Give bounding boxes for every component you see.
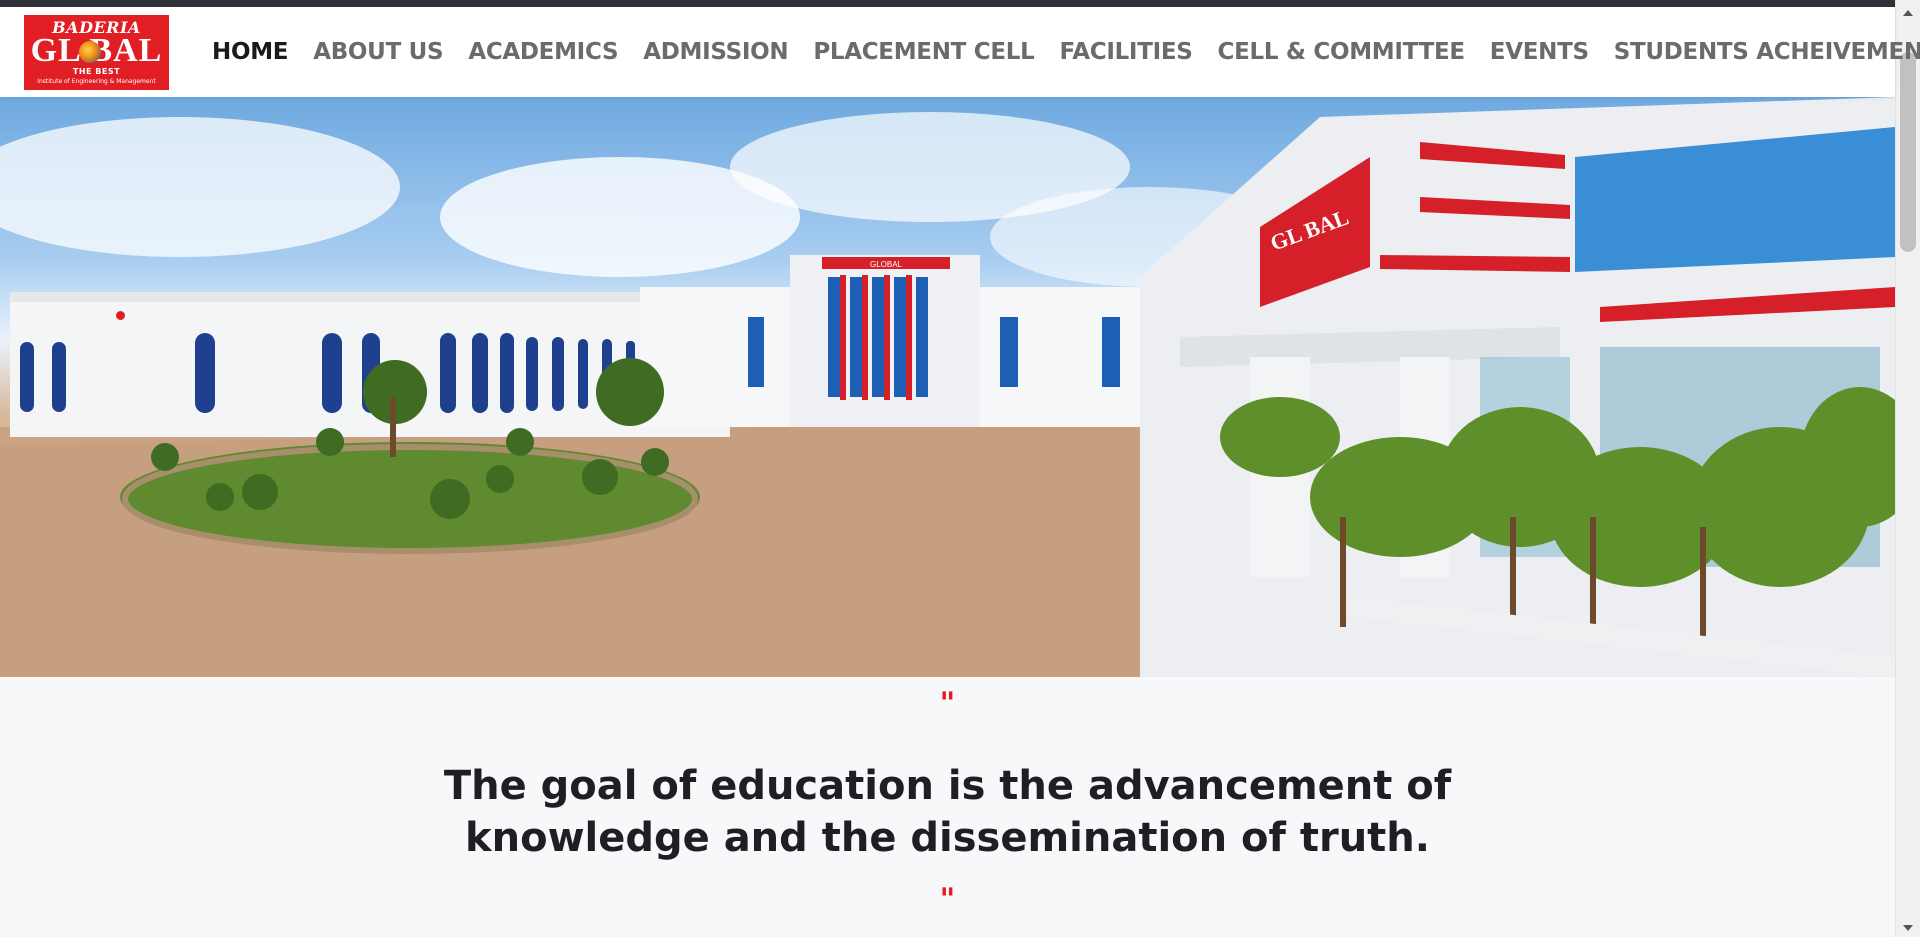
nav-home[interactable]: HOME: [212, 39, 289, 65]
quote-close-mark: ": [939, 882, 956, 917]
nav-about-us[interactable]: ABOUT US: [313, 39, 443, 65]
college-logo[interactable]: BADERIA GL BAL THE BEST Institute of Eng…: [24, 15, 169, 90]
nav-placement-cell[interactable]: PLACEMENT CELL: [813, 39, 1034, 65]
nav-cell-committee[interactable]: CELL & COMMITTEE: [1218, 39, 1466, 65]
nav-students-acheivements[interactable]: STUDENTS ACHEIVEMENTS: [1614, 39, 1920, 65]
quote-open-mark: ": [939, 686, 956, 721]
scroll-down-arrow-icon[interactable]: [1903, 925, 1913, 931]
quote-section: " The goal of education is the advanceme…: [0, 677, 1895, 937]
main-navigation: HOME ABOUT US ACADEMICS ADMISSION PLACEM…: [212, 7, 1920, 97]
logo-institute-name: Institute of Engineering & Management: [37, 78, 156, 85]
center-building-sign: GLOBAL: [870, 260, 903, 269]
logo-tagline: THE BEST: [72, 67, 121, 76]
education-quote: The goal of education is the advancement…: [443, 763, 1452, 861]
globe-icon: [79, 41, 101, 63]
campus-illustration: GLOBAL GL BAL: [0, 97, 1895, 677]
nav-facilities[interactable]: FACILITIES: [1059, 39, 1192, 65]
slider-indicator-dot[interactable]: [116, 311, 125, 320]
nav-academics[interactable]: ACADEMICS: [468, 39, 618, 65]
site-header: BADERIA GL BAL THE BEST Institute of Eng…: [0, 7, 1920, 97]
page-scrollbar[interactable]: [1895, 0, 1920, 937]
hero-campus-image: GLOBAL GL BAL: [0, 97, 1895, 677]
nav-admission[interactable]: ADMISSION: [643, 39, 788, 65]
browser-top-strip: [0, 0, 1920, 7]
nav-events[interactable]: EVENTS: [1490, 39, 1589, 65]
